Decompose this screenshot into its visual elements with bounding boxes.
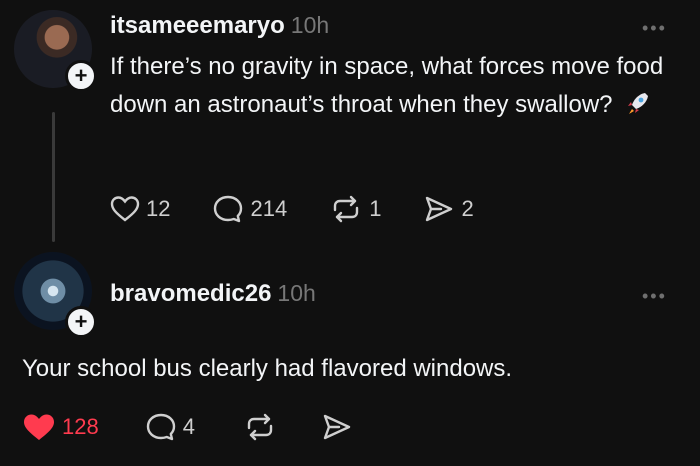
follow-plus-icon[interactable]: + xyxy=(65,306,97,338)
reply-count: 4 xyxy=(182,414,195,439)
share-button[interactable] xyxy=(321,412,353,442)
repost-button[interactable] xyxy=(243,412,277,442)
heart-filled-icon xyxy=(24,414,54,440)
comment-icon xyxy=(146,413,175,441)
post-time: 10h xyxy=(290,12,330,38)
reply-time: 10h xyxy=(277,280,316,306)
repost-count: 1 xyxy=(369,196,382,221)
thread-line xyxy=(52,112,55,242)
follow-plus-icon[interactable]: + xyxy=(65,60,97,92)
send-icon xyxy=(426,196,453,222)
like-button[interactable]: 128 xyxy=(22,412,99,442)
post-text: If there’s no gravity in space, what for… xyxy=(110,53,664,118)
reply-actions: 128 4 xyxy=(22,412,353,442)
post-header: itsameeemaryo 10h xyxy=(110,12,329,40)
reply-button[interactable]: 4 xyxy=(145,412,195,442)
like-count: 128 xyxy=(62,414,99,439)
post-text-block: If there’s no gravity in space, what for… xyxy=(110,48,670,124)
repost-button[interactable]: 1 xyxy=(329,194,381,224)
like-count: 12 xyxy=(146,196,171,221)
share-count: 2 xyxy=(461,196,474,221)
post-actions: 12 214 1 2 xyxy=(110,194,474,224)
reply-button[interactable]: 214 xyxy=(212,194,287,224)
send-icon xyxy=(323,414,351,440)
reply-text: Your school bus clearly had flavored win… xyxy=(22,355,513,382)
repost-icon xyxy=(334,195,359,223)
repost-icon xyxy=(247,413,273,441)
reply-header: bravomedic26 10h xyxy=(110,280,316,308)
like-button[interactable]: 12 xyxy=(110,195,170,223)
reply-count: 214 xyxy=(250,196,288,221)
more-options-icon[interactable]: ••• xyxy=(642,286,667,307)
rocket-icon xyxy=(628,93,649,114)
post-username[interactable]: itsameeemaryo xyxy=(110,12,285,39)
more-options-icon[interactable]: ••• xyxy=(642,18,667,39)
reply-username[interactable]: bravomedic26 xyxy=(110,280,271,307)
share-button[interactable]: 2 xyxy=(423,194,474,224)
comment-icon xyxy=(214,195,243,223)
heart-icon xyxy=(110,196,140,222)
